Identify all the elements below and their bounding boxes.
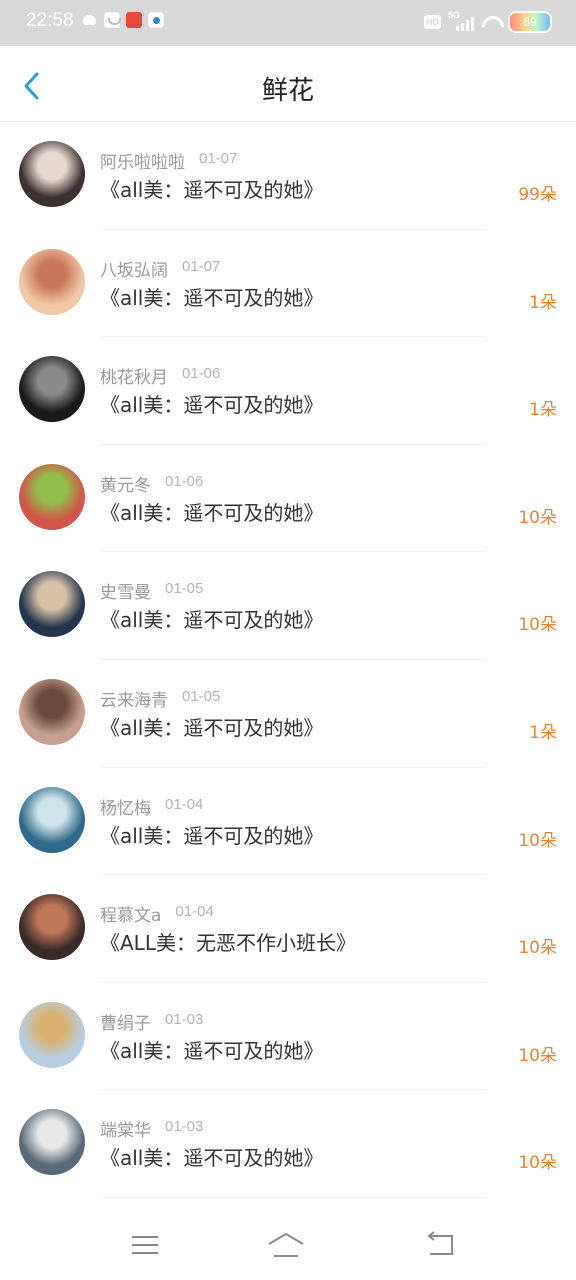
flower-count: 99朵 <box>518 185 557 205</box>
flower-count: 10朵 <box>518 1045 557 1066</box>
flower-count: 10朵 <box>518 615 557 636</box>
user-name: 黄元冬 <box>100 475 151 496</box>
gift-date: 01-03 <box>165 1118 204 1136</box>
flower-count: 10朵 <box>518 1153 557 1174</box>
avatar[interactable] <box>19 1109 85 1176</box>
gift-date: 01-04 <box>175 903 214 921</box>
flower-count: 1朵 <box>529 400 557 421</box>
user-name: 曹绢子 <box>100 1013 151 1034</box>
status-bar: 22:58 HD 5G 69 <box>0 0 576 46</box>
list-item[interactable]: 阿乐啦啦啦 01-07 《all美：遥不可及的她》 99朵 <box>0 122 576 230</box>
avatar[interactable] <box>19 786 85 853</box>
back-nav-button[interactable] <box>420 1228 460 1262</box>
app-header: 鲜花 <box>0 46 576 122</box>
list-item[interactable]: 端棠华 01-03 《all美：遥不可及的她》 10朵 <box>0 1090 576 1198</box>
gift-date: 01-04 <box>165 795 204 813</box>
book-title: 《all美：遥不可及的她》 <box>100 715 324 740</box>
hd-icon: HD <box>424 15 441 29</box>
red-app-icon <box>126 12 142 28</box>
avatar[interactable] <box>19 248 85 315</box>
network-label: 5G <box>448 10 461 20</box>
flower-count: 10朵 <box>518 507 557 528</box>
battery-icon: 69 <box>508 11 552 33</box>
status-time: 22:58 <box>26 10 74 31</box>
avatar[interactable] <box>19 571 85 638</box>
list-item[interactable]: 桃花秋月 01-06 《all美：遥不可及的她》 1朵 <box>0 337 576 445</box>
flower-count: 10朵 <box>518 830 557 851</box>
status-indicators: HD 5G 69 <box>424 10 552 33</box>
paw-app-icon <box>148 12 164 28</box>
gift-date: 01-07 <box>199 150 238 167</box>
book-title: 《all美：遥不可及的她》 <box>100 500 324 525</box>
wifi-icon <box>481 14 501 30</box>
notification-icons <box>82 12 164 28</box>
book-title: 《all美：遥不可及的她》 <box>100 178 324 202</box>
user-name: 史雪曼 <box>100 583 151 604</box>
avatar[interactable] <box>19 894 85 961</box>
user-name: 阿乐啦啦啦 <box>100 153 185 173</box>
avatar[interactable] <box>19 678 85 745</box>
menu-icon <box>132 1236 158 1254</box>
avatar[interactable] <box>19 1001 85 1068</box>
list-item[interactable]: 云来海青 01-05 《all美：遥不可及的她》 1朵 <box>0 660 576 768</box>
user-name: 八坂弘阔 <box>100 260 168 281</box>
book-title: 《all美：遥不可及的她》 <box>100 1038 324 1063</box>
book-title: 《all美：遥不可及的她》 <box>100 393 324 418</box>
gift-date: 01-05 <box>165 580 204 598</box>
avatar[interactable] <box>19 356 85 423</box>
divider <box>100 1196 486 1198</box>
gift-date: 01-06 <box>165 472 204 490</box>
signal-icon: 5G <box>448 10 474 31</box>
list-item[interactable]: 史雪曼 01-05 《all美：遥不可及的她》 10朵 <box>0 552 576 660</box>
book-title: 《all美：遥不可及的她》 <box>100 823 324 848</box>
gift-date: 01-03 <box>165 1010 204 1028</box>
home-icon <box>268 1233 304 1257</box>
ghost-app-icon <box>82 12 98 28</box>
flower-gift-list: 阿乐啦啦啦 01-07 《all美：遥不可及的她》 99朵八坂弘阔 01-07 《all美… <box>0 122 576 1198</box>
return-icon <box>427 1231 453 1255</box>
avatar[interactable] <box>19 141 85 207</box>
user-name: 桃花秋月 <box>100 368 168 389</box>
gift-date: 01-06 <box>182 365 221 383</box>
page-title: 鲜花 <box>261 76 314 106</box>
flower-count: 1朵 <box>529 292 557 313</box>
book-title: 《all美：遥不可及的她》 <box>100 1146 324 1171</box>
list-item[interactable]: 曹绢子 01-03 《all美：遥不可及的她》 10朵 <box>0 983 576 1091</box>
book-title: 《all美：遥不可及的她》 <box>100 285 324 310</box>
list-item[interactable]: 杨忆梅 01-04 《all美：遥不可及的她》 10朵 <box>0 768 576 876</box>
list-item[interactable]: 八坂弘阔 01-07 《all美：遥不可及的她》 1朵 <box>0 230 576 338</box>
list-item[interactable]: 程慕文a 01-04 《ALL美：无恶不作小班长》 10朵 <box>0 875 576 983</box>
book-title: 《ALL美：无恶不作小班长》 <box>100 931 356 956</box>
list-item[interactable]: 黄元冬 01-06 《all美：遥不可及的她》 10朵 <box>0 445 576 553</box>
home-button[interactable] <box>266 1228 306 1262</box>
user-name: 杨忆梅 <box>100 798 151 819</box>
avatar[interactable] <box>19 463 85 530</box>
gift-date: 01-07 <box>182 257 221 275</box>
flower-count: 10朵 <box>518 938 557 959</box>
smile-app-icon <box>104 12 121 28</box>
user-name: 程慕文a <box>100 906 162 927</box>
user-name: 端棠华 <box>100 1121 151 1142</box>
gift-date: 01-05 <box>182 687 221 705</box>
user-name: 云来海青 <box>100 690 168 711</box>
book-title: 《all美：遥不可及的她》 <box>100 608 324 633</box>
system-nav-bar <box>0 1214 576 1280</box>
flower-count: 1朵 <box>529 722 557 743</box>
menu-button[interactable] <box>125 1228 165 1262</box>
